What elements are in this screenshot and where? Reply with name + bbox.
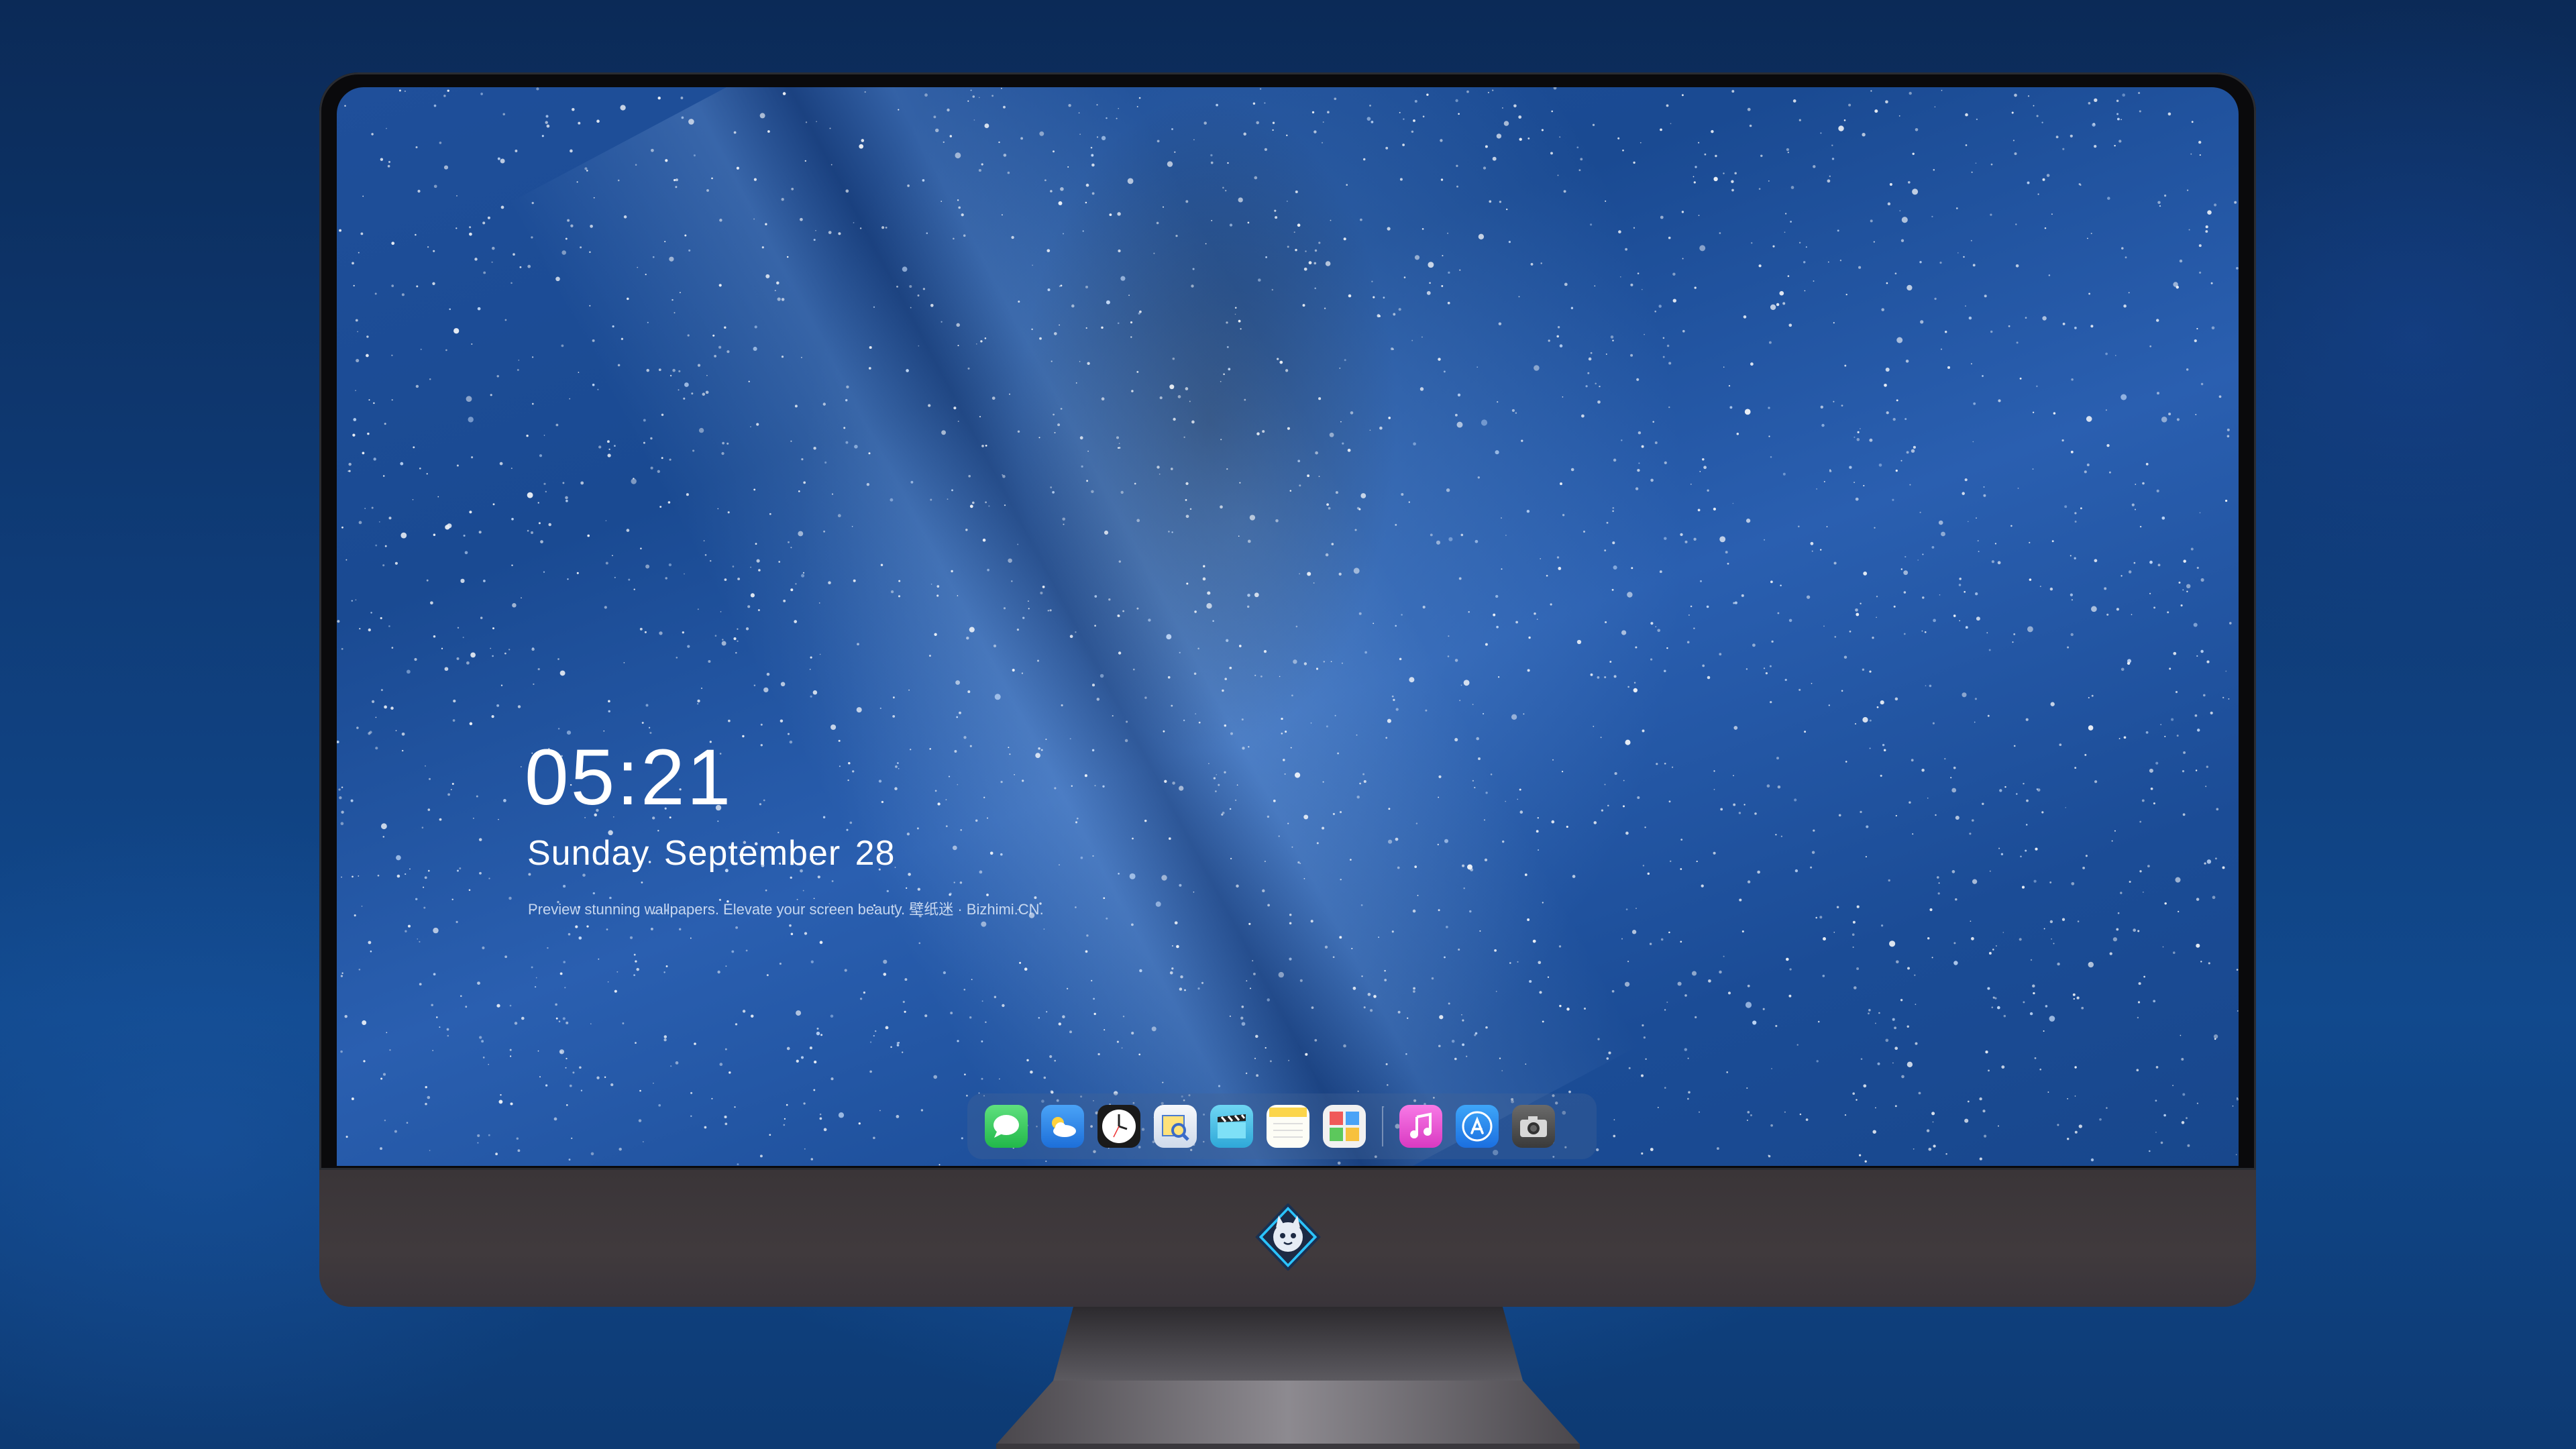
photo-booth-icon[interactable] bbox=[1323, 1105, 1366, 1148]
notes-icon[interactable] bbox=[1267, 1105, 1309, 1148]
preview-icon[interactable] bbox=[1154, 1105, 1197, 1148]
weather-icon[interactable] bbox=[1041, 1105, 1084, 1148]
camera-icon[interactable] bbox=[1512, 1105, 1555, 1148]
music-icon[interactable] bbox=[1399, 1105, 1442, 1148]
monitor: 05:21 Sunday September 28 Preview stunni… bbox=[319, 72, 2256, 1307]
mascot-logo-icon bbox=[1255, 1203, 1321, 1271]
lockscreen-time: 05:21 bbox=[525, 733, 733, 822]
starfield bbox=[337, 87, 2239, 1166]
monitor-stand bbox=[996, 1307, 1580, 1449]
app-store-icon[interactable] bbox=[1456, 1105, 1499, 1148]
dock-separator bbox=[1382, 1106, 1383, 1146]
monitor-bezel: 05:21 Sunday September 28 Preview stunni… bbox=[319, 72, 2256, 1170]
lockscreen-tagline: Preview stunning wallpapers. Elevate you… bbox=[528, 901, 1044, 918]
clapper-icon[interactable] bbox=[1210, 1105, 1253, 1148]
desktop-screen: 05:21 Sunday September 28 Preview stunni… bbox=[337, 87, 2239, 1166]
messages-icon[interactable] bbox=[985, 1105, 1028, 1148]
clock-icon[interactable] bbox=[1097, 1105, 1140, 1148]
dock bbox=[967, 1093, 1597, 1159]
lockscreen-date: Sunday September 28 bbox=[527, 834, 896, 873]
